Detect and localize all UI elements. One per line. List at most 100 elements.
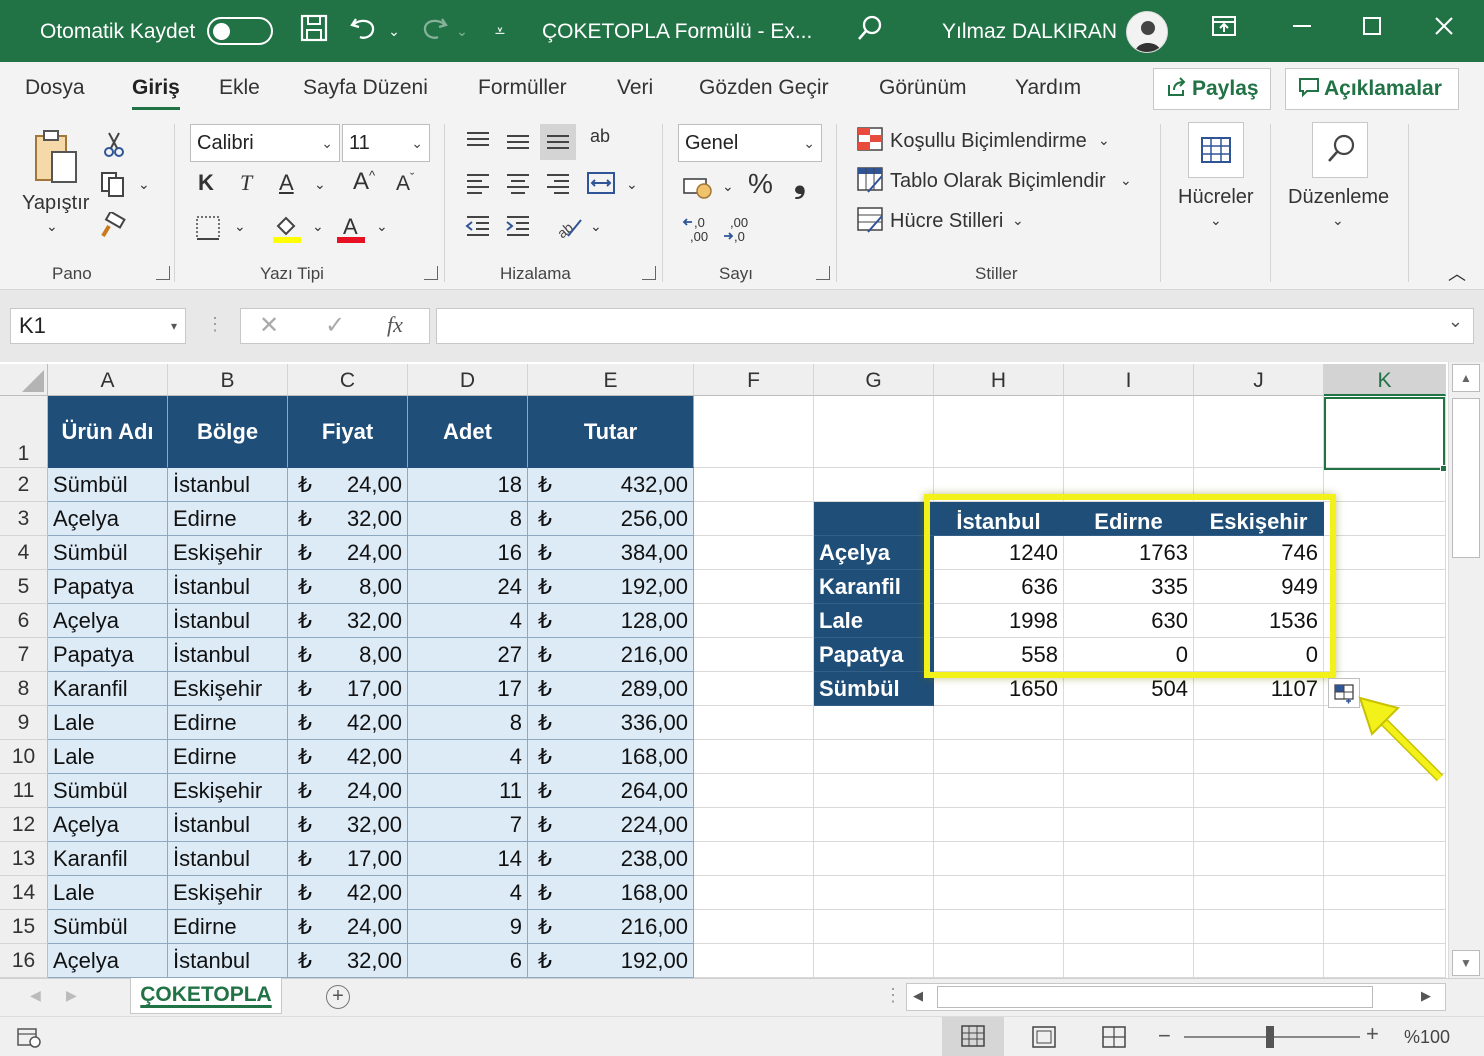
table-cell[interactable]: İstanbul xyxy=(168,604,288,638)
column-header-e[interactable]: E xyxy=(528,364,694,396)
grid-cell[interactable] xyxy=(694,740,814,774)
worksheet-grid[interactable]: ABCDEFGHIJK 1 2 3 4 5 6 7 8 9 10 11 12 13 14 15 16 Ürün… xyxy=(0,362,1484,978)
accounting-dropdown-icon[interactable]: ⌄ xyxy=(722,178,734,195)
borders-icon[interactable] xyxy=(194,214,222,249)
comments-button[interactable]: Açıklamalar xyxy=(1285,68,1459,110)
total-cell[interactable]: ₺ 192,00 xyxy=(528,944,694,978)
font-name-select[interactable]: Calibri ⌄ xyxy=(190,124,340,162)
cancel-icon[interactable]: ✕ xyxy=(259,311,279,340)
table-header-cell[interactable]: Bölge xyxy=(168,396,288,468)
table-cell[interactable]: Açelya xyxy=(48,808,168,842)
column-header-c[interactable]: C xyxy=(288,364,408,396)
save-icon[interactable] xyxy=(296,13,332,49)
quantity-cell[interactable]: 11 xyxy=(408,774,528,808)
align-bottom-icon[interactable] xyxy=(540,124,576,160)
row-header-11[interactable]: 11 xyxy=(0,774,48,808)
column-header-a[interactable]: A xyxy=(48,364,168,396)
table-cell[interactable]: İstanbul xyxy=(168,638,288,672)
comma-style-button[interactable]: ❟ xyxy=(794,166,806,200)
total-cell[interactable]: ₺ 216,00 xyxy=(528,638,694,672)
grid-cell[interactable] xyxy=(694,502,814,536)
grid-cell[interactable] xyxy=(814,842,934,876)
table-cell[interactable]: Edirne xyxy=(168,910,288,944)
zoom-slider-thumb[interactable] xyxy=(1266,1026,1274,1048)
align-left-icon[interactable] xyxy=(464,170,492,203)
cells-label[interactable]: Hücreler xyxy=(1178,186,1254,209)
vertical-scrollbar[interactable]: ▲ ▼ xyxy=(1448,362,1484,978)
customize-qat-icon[interactable]: ⩡ xyxy=(488,13,512,49)
table-cell[interactable]: Papatya xyxy=(48,570,168,604)
grid-cell[interactable] xyxy=(1064,706,1194,740)
alignment-launcher-icon[interactable] xyxy=(642,266,656,280)
grid-cell[interactable] xyxy=(1194,876,1324,910)
increase-font-icon[interactable]: A^ xyxy=(353,168,375,196)
orientation-dropdown-icon[interactable]: ⌄ xyxy=(590,218,602,235)
scroll-up-icon[interactable]: ▲ xyxy=(1452,364,1480,392)
cells-dropdown-icon[interactable]: ⌄ xyxy=(1210,212,1222,229)
column-header-g[interactable]: G xyxy=(814,364,934,396)
merge-center-icon[interactable] xyxy=(586,170,616,203)
insert-function-icon[interactable]: fx xyxy=(387,312,403,338)
tab-ekle[interactable]: Ekle xyxy=(219,76,260,100)
prev-sheet-icon[interactable]: ◀ xyxy=(30,987,41,1004)
price-cell[interactable]: ₺ 8,00 xyxy=(288,570,408,604)
grid-cell[interactable] xyxy=(694,604,814,638)
search-icon[interactable] xyxy=(852,13,888,49)
quantity-cell[interactable]: 7 xyxy=(408,808,528,842)
summary-row-label[interactable]: Sümbül xyxy=(814,672,934,706)
editing-label[interactable]: Düzenleme xyxy=(1288,186,1389,209)
tab-sayfa-duzeni[interactable]: Sayfa Düzeni xyxy=(303,76,428,100)
format-as-table-button[interactable]: Tablo Olarak Biçimlendir xyxy=(890,170,1106,193)
collapse-ribbon-icon[interactable]: ︿ xyxy=(1448,260,1466,286)
merge-dropdown-icon[interactable]: ⌄ xyxy=(626,176,638,193)
add-sheet-icon[interactable]: + xyxy=(326,985,350,1009)
orientation-icon[interactable]: ab xyxy=(554,212,584,247)
editing-dropdown-icon[interactable]: ⌄ xyxy=(1332,212,1344,229)
increase-decimal-icon[interactable]: ,0,00 xyxy=(682,214,716,251)
row-header-2[interactable]: 2 xyxy=(0,468,48,502)
row-header-1[interactable]: 1 xyxy=(0,396,48,468)
row-header-15[interactable]: 15 xyxy=(0,910,48,944)
grid-cell[interactable] xyxy=(934,706,1064,740)
row-header-12[interactable]: 12 xyxy=(0,808,48,842)
grid-cell[interactable] xyxy=(694,536,814,570)
align-center-icon[interactable] xyxy=(504,170,532,203)
quantity-cell[interactable]: 4 xyxy=(408,876,528,910)
zoom-in-icon[interactable]: + xyxy=(1366,1021,1379,1047)
grid-cell[interactable] xyxy=(934,396,1064,468)
total-cell[interactable]: ₺ 216,00 xyxy=(528,910,694,944)
align-top-icon[interactable] xyxy=(464,128,492,161)
table-header-cell[interactable]: Adet xyxy=(408,396,528,468)
close-icon[interactable] xyxy=(1426,13,1462,49)
grid-cell[interactable] xyxy=(934,774,1064,808)
cond-format-dropdown-icon[interactable]: ⌄ xyxy=(1098,132,1110,149)
fill-color-dropdown-icon[interactable]: ⌄ xyxy=(312,218,324,235)
enter-icon[interactable]: ✓ xyxy=(325,311,345,340)
table-cell[interactable]: Eskişehir xyxy=(168,774,288,808)
grid-cell[interactable] xyxy=(1324,876,1446,910)
table-cell[interactable]: Lale xyxy=(48,706,168,740)
wrap-text-icon[interactable]: ab xyxy=(590,126,610,147)
table-cell[interactable]: Eskişehir xyxy=(168,876,288,910)
share-button[interactable]: Paylaş xyxy=(1153,68,1271,110)
total-cell[interactable]: ₺ 168,00 xyxy=(528,876,694,910)
formula-input[interactable]: ⌄ xyxy=(436,308,1474,344)
accounting-format-icon[interactable] xyxy=(682,174,714,207)
column-header-i[interactable]: I xyxy=(1064,364,1194,396)
decrease-indent-icon[interactable] xyxy=(464,212,492,245)
row-header-16[interactable]: 16 xyxy=(0,944,48,978)
undo-icon[interactable] xyxy=(346,13,382,49)
undo-dropdown-icon[interactable]: ⌄ xyxy=(384,13,404,49)
grid-cell[interactable] xyxy=(1324,944,1446,978)
row-header-9[interactable]: 9 xyxy=(0,706,48,740)
table-cell[interactable]: İstanbul xyxy=(168,808,288,842)
grid-cell[interactable] xyxy=(1064,774,1194,808)
table-cell[interactable]: İstanbul xyxy=(168,842,288,876)
quantity-cell[interactable]: 17 xyxy=(408,672,528,706)
table-cell[interactable]: Açelya xyxy=(48,944,168,978)
grid-cell[interactable] xyxy=(1194,396,1324,468)
number-format-select[interactable]: Genel ⌄ xyxy=(678,124,822,162)
select-all-button[interactable] xyxy=(0,364,48,396)
grid-cell[interactable] xyxy=(934,876,1064,910)
grid-cell[interactable] xyxy=(694,672,814,706)
